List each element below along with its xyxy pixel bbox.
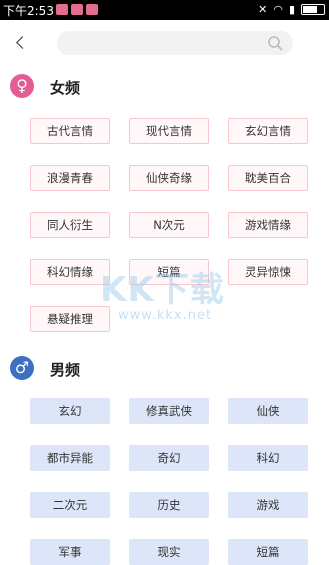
male-tag-grid: 玄幻 修真武侠 仙侠都市异能 奇幻 科幻二次元 历史 游戏军事 现实 短篇 — [30, 398, 308, 565]
male-tag[interactable]: 游戏 — [228, 492, 308, 518]
female-tag[interactable]: 浪漫青春 — [30, 165, 110, 191]
female-tag-grid: 古代言情 现代言情 玄幻言情浪漫青春 仙侠奇缘 耽美百合同人衍生 N次元 游戏情缘科幻情缘短… — [30, 118, 308, 332]
status-icons: ✕ ◠ ▮ — [258, 3, 325, 16]
female-tag[interactable]: 仙侠奇缘 — [129, 165, 209, 191]
female-tag[interactable]: 同人衍生 — [30, 212, 110, 238]
notification-icon — [56, 4, 68, 15]
notification-icon — [86, 4, 98, 15]
female-tag[interactable]: 耽美百合 — [228, 165, 308, 191]
notification-icons — [56, 4, 98, 15]
status-bar: 下午2:53 ✕ ◠ ▮ — [0, 0, 329, 20]
male-tag[interactable]: 二次元 — [30, 492, 110, 518]
female-tag[interactable]: 古代言情 — [30, 118, 110, 144]
male-tag[interactable]: 现实 — [129, 539, 209, 565]
male-tag[interactable]: 玄幻 — [30, 398, 110, 424]
section-title-male: 男频 — [50, 361, 81, 379]
female-tag[interactable]: 现代言情 — [129, 118, 209, 144]
male-tag[interactable]: 短篇 — [228, 539, 308, 565]
battery-icon — [301, 4, 325, 15]
search-icon[interactable] — [267, 35, 283, 51]
female-tag[interactable]: 科幻情缘 — [30, 259, 110, 285]
female-icon: ♀ — [10, 74, 34, 98]
male-icon: ♂ — [10, 356, 34, 380]
female-tag[interactable]: 游戏情缘 — [228, 212, 308, 238]
male-tag[interactable]: 军事 — [30, 539, 110, 565]
female-tag[interactable]: 短篇 — [129, 259, 209, 285]
search-bar[interactable] — [57, 31, 293, 55]
notification-icon — [71, 4, 83, 15]
header — [0, 20, 329, 66]
search-input[interactable] — [67, 31, 271, 55]
wifi-icon: ◠ — [273, 3, 283, 16]
female-tag[interactable]: N次元 — [129, 212, 209, 238]
female-tag[interactable]: 悬疑推理 — [30, 306, 110, 332]
male-tag[interactable]: 历史 — [129, 492, 209, 518]
male-tag[interactable]: 奇幻 — [129, 445, 209, 471]
male-tag[interactable]: 仙侠 — [228, 398, 308, 424]
female-tag[interactable]: 灵异惊悚 — [228, 259, 308, 285]
male-tag[interactable]: 都市异能 — [30, 445, 110, 471]
back-icon[interactable] — [12, 32, 32, 54]
section-title-female: 女频 — [50, 79, 81, 97]
status-time: 下午2:53 — [3, 4, 54, 18]
male-tag[interactable]: 修真武侠 — [129, 398, 209, 424]
female-tag[interactable]: 玄幻言情 — [228, 118, 308, 144]
signal-icon: ▮ — [288, 3, 295, 16]
mute-icon: ✕ — [258, 3, 268, 16]
male-tag[interactable]: 科幻 — [228, 445, 308, 471]
